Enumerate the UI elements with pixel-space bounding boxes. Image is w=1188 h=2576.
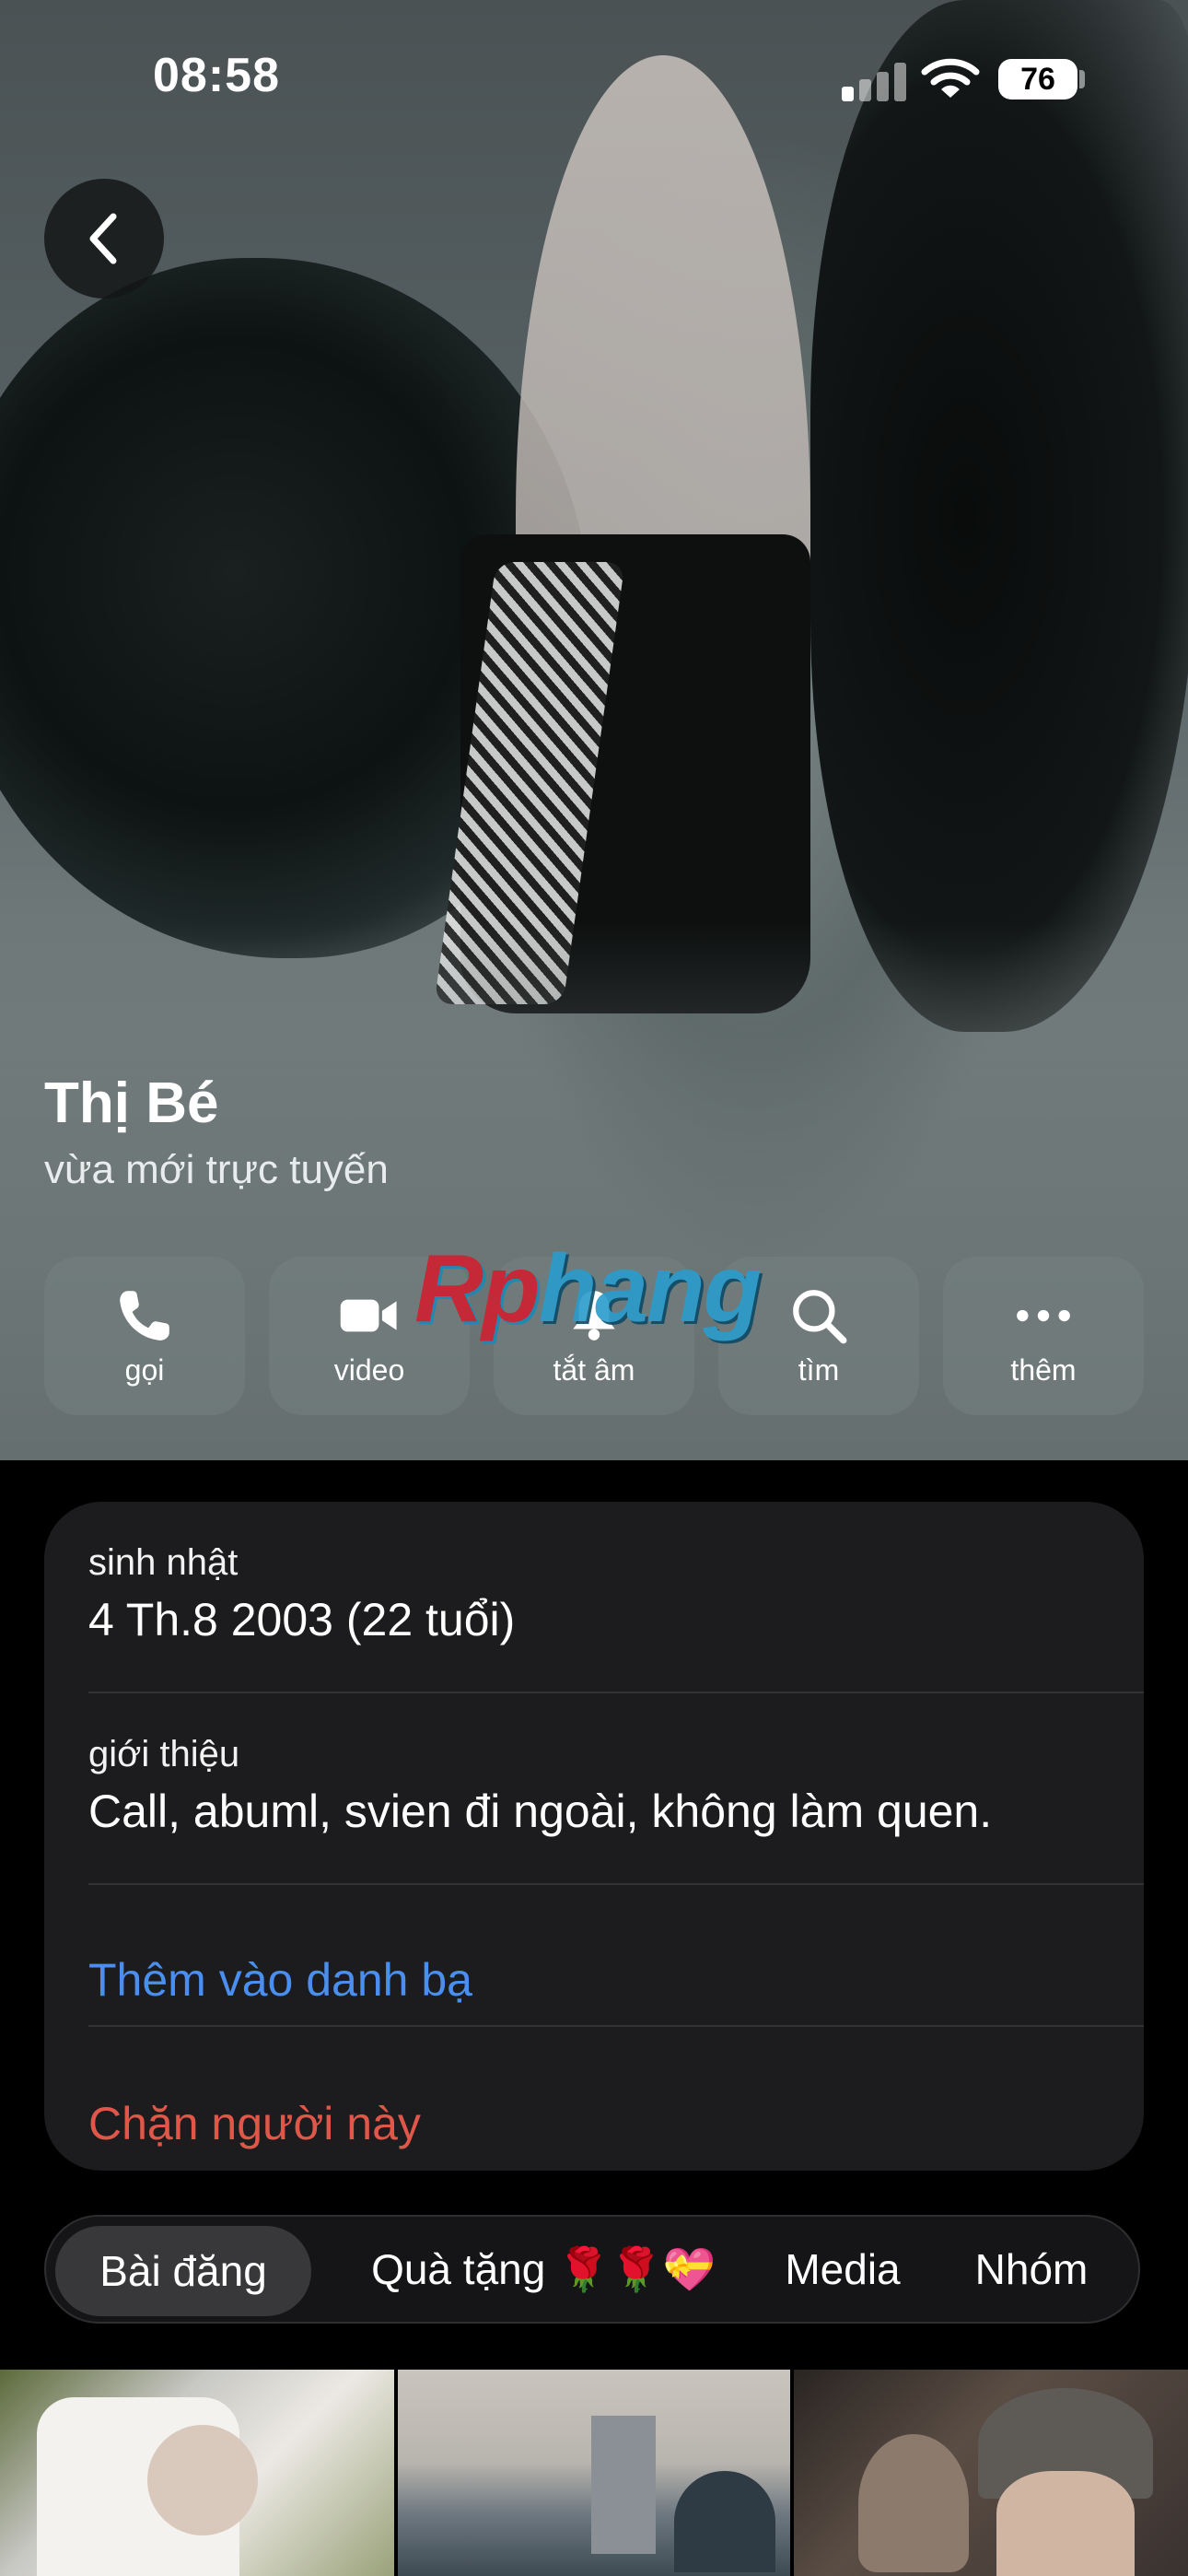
divider — [88, 1692, 1144, 1693]
block-user-link[interactable]: Chặn người này — [88, 2097, 421, 2150]
more-label: thêm — [1010, 1352, 1077, 1387]
call-button[interactable]: gọi — [44, 1257, 245, 1415]
divider — [88, 2025, 1144, 2027]
phone-icon — [120, 1290, 169, 1341]
media-thumbnail[interactable] — [0, 2370, 394, 2576]
bio-value: Call, abuml, svien đi ngoài, không làm q… — [88, 1786, 993, 1837]
info-card: sinh nhật 4 Th.8 2003 (22 tuổi) giới thi… — [44, 1502, 1144, 2171]
cellular-signal-icon — [842, 61, 906, 101]
add-contact-link[interactable]: Thêm vào danh bạ — [88, 1953, 472, 2007]
chevron-left-icon — [89, 213, 117, 264]
watermark-part1: Rp — [414, 1235, 541, 1342]
thumb-shape — [147, 2425, 258, 2535]
tab-groups[interactable]: Nhóm — [958, 2217, 1105, 2322]
bio-label: giới thiệu — [88, 1734, 240, 1774]
watermark-part2: hang — [538, 1235, 762, 1342]
watermark-logo: Rphang — [414, 1235, 762, 1344]
battery-tip — [1079, 70, 1085, 88]
more-button[interactable]: thêm — [943, 1257, 1144, 1415]
photo-hair-shape — [810, 0, 1188, 1032]
video-camera-icon — [340, 1299, 397, 1331]
tab-posts[interactable]: Bài đăng — [55, 2226, 311, 2316]
back-button[interactable] — [44, 179, 164, 299]
thumb-shape — [858, 2434, 969, 2572]
search-icon — [793, 1289, 847, 1343]
birthday-value: 4 Th.8 2003 (22 tuổi) — [88, 1594, 516, 1645]
more-dots-icon — [1017, 1309, 1070, 1321]
tab-media[interactable]: Media — [764, 2217, 921, 2322]
status-time: 08:58 — [153, 49, 280, 102]
media-thumbnail[interactable] — [398, 2370, 790, 2576]
media-thumbnail[interactable] — [794, 2370, 1188, 2576]
thumb-shape — [674, 2471, 775, 2572]
video-label: video — [333, 1352, 405, 1387]
mute-label: tắt âm — [553, 1352, 635, 1387]
bio-row: giới thiệu Call, abuml, svien đi ngoài, … — [88, 1734, 1100, 1838]
call-label: gọi — [124, 1352, 165, 1387]
thumb-shape — [996, 2471, 1135, 2576]
thumb-shape — [591, 2416, 656, 2554]
birthday-row: sinh nhật 4 Th.8 2003 (22 tuổi) — [88, 1542, 1100, 1646]
birthday-label: sinh nhật — [88, 1542, 239, 1583]
profile-name: Thị Bé — [44, 1071, 219, 1135]
profile-tabs: Bài đăng Quà tặng 🌹🌹💝 Media Nhóm — [44, 2215, 1140, 2324]
profile-status: vừa mới trực tuyến — [44, 1147, 389, 1192]
tab-gifts[interactable]: Quà tặng 🌹🌹💝 — [350, 2217, 737, 2322]
search-label: tìm — [798, 1352, 840, 1387]
battery-icon: 76 — [998, 59, 1077, 100]
divider — [88, 1883, 1144, 1885]
wifi-icon — [921, 58, 980, 98]
